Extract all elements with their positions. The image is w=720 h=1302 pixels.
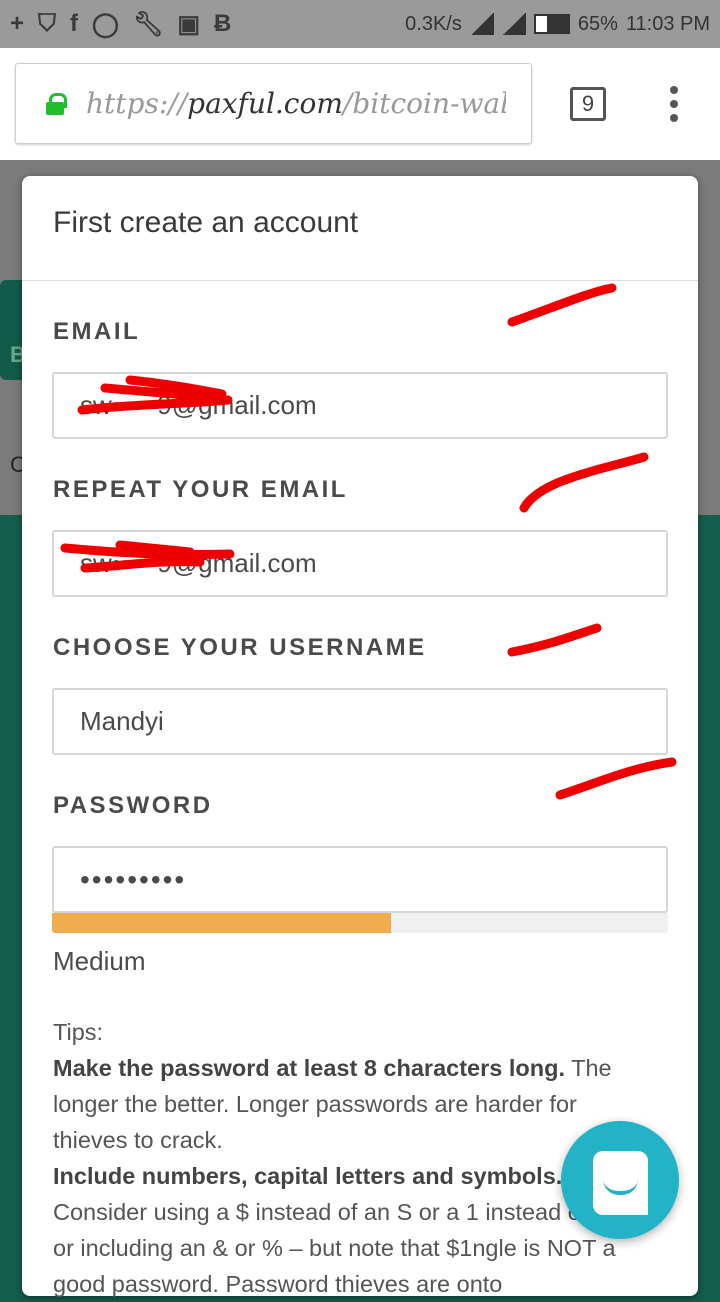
network-speed: 0.3K/s bbox=[405, 12, 462, 35]
address-bar[interactable]: https://paxful.com/bitcoin-walle bbox=[15, 63, 532, 144]
clock: 11:03 PM bbox=[625, 12, 710, 35]
email-field[interactable]: sw•••••9@gmail.com bbox=[52, 372, 668, 439]
lock-icon bbox=[46, 92, 67, 115]
tip-1: Make the password at least 8 characters … bbox=[53, 1055, 612, 1153]
repeat-email-field[interactable]: sw•••••9@gmail.com bbox=[52, 530, 668, 597]
username-label: CHOOSE YOUR USERNAME bbox=[53, 634, 427, 661]
overflow-menu-icon[interactable] bbox=[664, 86, 684, 122]
facebook-icon: f bbox=[70, 9, 79, 37]
tab-switcher-button[interactable]: 9 bbox=[570, 87, 606, 121]
browser-toolbar: https://paxful.com/bitcoin-walle 9 bbox=[0, 48, 720, 160]
repeat-email-label: REPEAT YOUR EMAIL bbox=[53, 476, 348, 503]
modal-title: First create an account bbox=[53, 206, 359, 239]
password-label: PASSWORD bbox=[53, 792, 213, 819]
image-icon: ▣ bbox=[177, 10, 201, 38]
divider bbox=[22, 280, 698, 281]
username-field[interactable]: Mandyi bbox=[52, 688, 668, 755]
password-tips: Tips: Make the password at least 8 chara… bbox=[53, 1014, 653, 1302]
plus-icon: + bbox=[10, 9, 25, 37]
battery-percent: 65% bbox=[577, 12, 618, 35]
whatsapp-icon: ◯ bbox=[92, 10, 119, 38]
chat-button[interactable] bbox=[561, 1121, 679, 1239]
signal-icon bbox=[469, 13, 494, 35]
signal-icon-2 bbox=[501, 13, 526, 35]
url-text[interactable]: https://paxful.com/bitcoin-walle bbox=[86, 87, 506, 120]
tips-heading: Tips: bbox=[53, 1019, 104, 1045]
password-strength-fill bbox=[52, 913, 391, 933]
email-label: EMAIL bbox=[53, 318, 141, 345]
battery-icon bbox=[533, 14, 570, 34]
status-bar: + ⛉ f ◯ 🔧︎ ▣ Ƀ 0.3K/s 65% 11:03 PM bbox=[0, 0, 720, 48]
bitcoin-icon: Ƀ bbox=[214, 9, 232, 37]
shield-icon: ⛉ bbox=[38, 9, 57, 37]
wrench-icon: 🔧︎ bbox=[132, 10, 164, 38]
chat-smile-icon bbox=[593, 1151, 648, 1215]
password-strength-bar bbox=[52, 913, 668, 933]
password-field[interactable]: ••••••••• bbox=[52, 846, 668, 913]
password-strength-label: Medium bbox=[53, 946, 146, 976]
